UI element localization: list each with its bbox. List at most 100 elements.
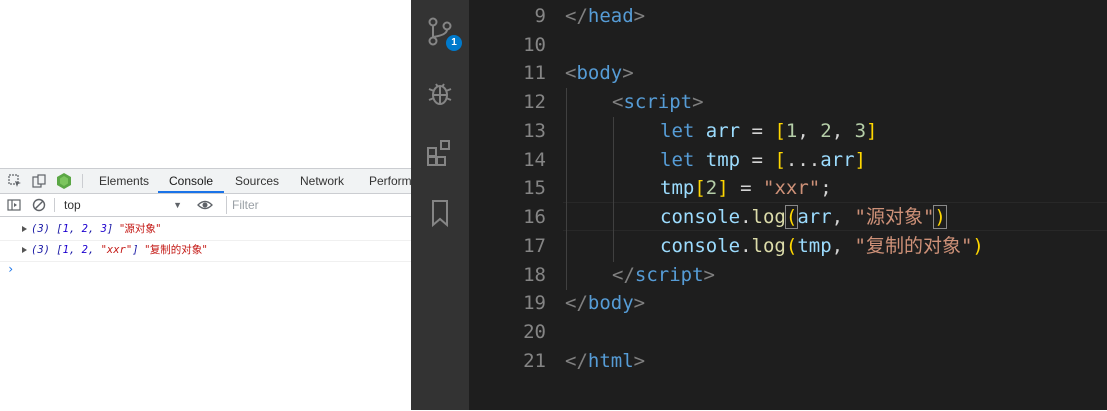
expand-triangle-icon[interactable] (22, 247, 27, 253)
token: log (751, 235, 786, 257)
token: > (692, 91, 704, 113)
token: [ (774, 120, 786, 142)
token: ) (972, 235, 984, 257)
token: 3 (854, 120, 867, 142)
chevron-down-icon: ▼ (173, 200, 182, 210)
token: 1 (785, 120, 798, 142)
token: script (623, 91, 693, 113)
token: 2 (820, 120, 832, 142)
array-item: "xxr" (100, 244, 133, 256)
token: ; (820, 177, 832, 199)
tab-elements[interactable]: Elements (99, 169, 149, 193)
node-icon[interactable] (56, 173, 72, 189)
array-item: 2 (81, 244, 88, 256)
token: </ (565, 292, 588, 314)
token: script (634, 264, 704, 286)
token: tmp (660, 177, 695, 199)
tab-console[interactable]: Console (158, 169, 225, 193)
line-number: 21 (523, 350, 546, 372)
array-item: 1 (62, 223, 69, 235)
expand-triangle-icon[interactable] (22, 226, 27, 232)
token: > (622, 62, 634, 84)
token: ... (785, 149, 821, 171)
token: = (728, 177, 764, 199)
line-number: 14 (523, 149, 546, 171)
token: 2 (705, 177, 718, 199)
debug-icon[interactable] (425, 78, 455, 108)
token: arr (705, 120, 741, 142)
line-number: 16 (523, 206, 546, 228)
sidebar-toggle-icon[interactable] (6, 197, 22, 213)
code-line-13: let arr = [1, 2, 3] (660, 117, 877, 146)
code-line-11: <body> (565, 59, 634, 88)
line-number: 19 (523, 292, 546, 314)
token: "xxr" (763, 177, 821, 199)
tab-divider (82, 174, 83, 188)
clear-console-icon[interactable] (31, 197, 47, 213)
code-line-18: </script> (612, 261, 715, 290)
token: , (831, 235, 855, 257)
device-toolbar-icon[interactable] (31, 173, 47, 189)
tab-network[interactable]: Network (300, 169, 344, 193)
token: log (751, 206, 786, 228)
vscode-window: 1 9 10 11 12 13 14 15 16 17 18 19 20 21 … (411, 0, 1107, 410)
toolbar-divider (54, 198, 55, 212)
bookmark-icon[interactable] (425, 198, 455, 228)
token: tmp (705, 149, 741, 171)
line-number: 15 (523, 177, 546, 199)
line-number: 17 (523, 235, 546, 257)
array-close: ] (106, 223, 114, 235)
token: body (587, 292, 634, 314)
token: let (660, 120, 695, 142)
token: > (703, 264, 715, 286)
token: html (587, 350, 634, 372)
array-length: (3) (31, 223, 50, 235)
array-close: ] (132, 244, 139, 256)
code-line-9: </head> (565, 2, 645, 31)
token: < (612, 91, 624, 113)
token: ) (933, 205, 947, 229)
token: arr (820, 149, 855, 171)
devtools-tabbar: Elements Console Sources Network Perform (0, 169, 412, 194)
indent-guide (566, 88, 567, 290)
line-number: 9 (534, 5, 546, 27)
console-log-entry[interactable]: (3) [1, 2, 3] "源对象" (0, 219, 411, 241)
token: ( (784, 205, 799, 229)
token: , (831, 120, 855, 142)
token: </ (612, 264, 635, 286)
console-prompt[interactable]: › (7, 262, 14, 276)
token: [ (774, 149, 786, 171)
context-value: top (64, 198, 81, 212)
token: "源对象" (854, 206, 935, 228)
token: > (633, 5, 646, 27)
log-string: "源对象" (119, 223, 161, 235)
tab-performance[interactable]: Perform (369, 169, 412, 193)
token: = (740, 120, 775, 142)
token: ] (717, 177, 729, 199)
line-number: 12 (523, 91, 546, 113)
code-line-14: let tmp = [...arr] (660, 146, 866, 175)
token: = (740, 149, 775, 171)
token: console (660, 206, 741, 228)
eye-icon[interactable] (197, 197, 213, 213)
log-array-preview: (3) [1, 2, 3] "源对象" (31, 223, 161, 235)
token: . (740, 206, 752, 228)
activity-bar: 1 (411, 0, 469, 410)
token: "复制的对象" (854, 235, 973, 257)
code-line-17: console.log(tmp, "复制的对象") (660, 232, 984, 261)
line-number-gutter: 9 10 11 12 13 14 15 16 17 18 19 20 21 (469, 0, 563, 410)
tab-sources[interactable]: Sources (235, 169, 279, 193)
token: [ (694, 177, 706, 199)
indent-guide (613, 117, 614, 262)
code-line-19: </body> (565, 289, 645, 318)
code-editor[interactable]: </head> <body> <script> let arr = [1, 2,… (563, 0, 1107, 410)
token: </ (565, 5, 588, 27)
console-log-entry[interactable]: (3) [1, 2, "xxr"] "复制的对象" (0, 240, 411, 262)
inspect-element-icon[interactable] (7, 173, 23, 189)
log-array-preview: (3) [1, 2, "xxr"] "复制的对象" (31, 244, 208, 256)
filter-input[interactable]: Filter (226, 196, 411, 214)
notification-badge: 1 (446, 35, 462, 51)
extensions-icon[interactable] (425, 138, 455, 168)
token: > (633, 350, 646, 372)
context-select[interactable]: top ▼ (58, 196, 186, 214)
